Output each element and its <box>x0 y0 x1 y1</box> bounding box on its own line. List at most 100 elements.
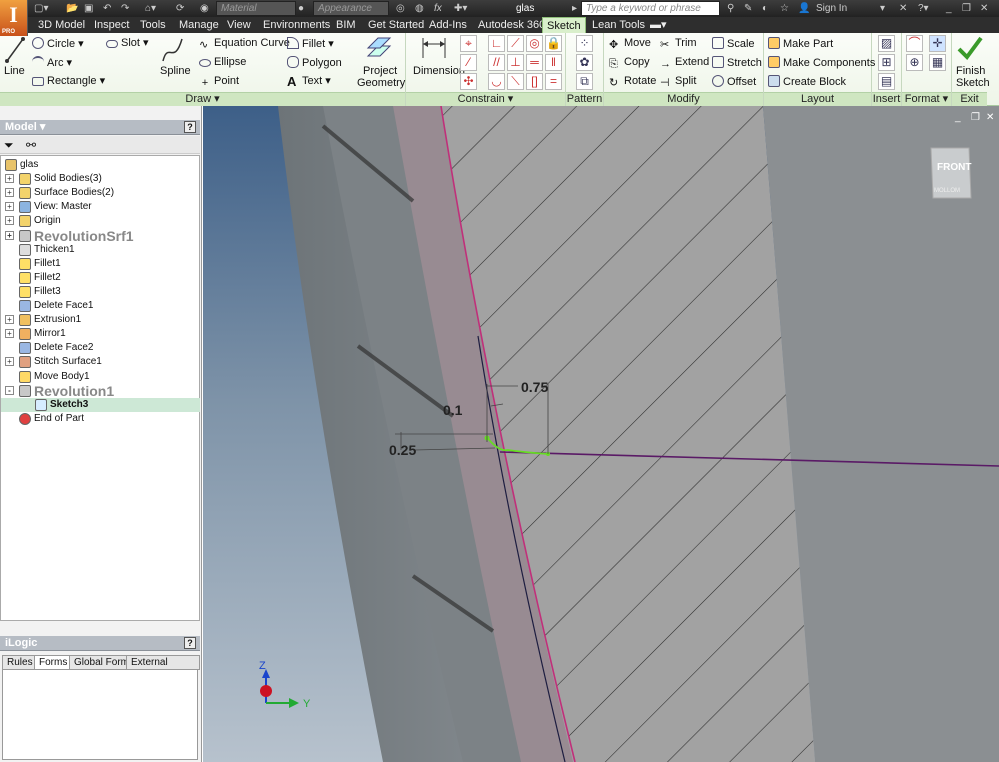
dimension-01[interactable]: 0.1 <box>443 402 463 418</box>
clear-appearance-icon[interactable]: ◎ <box>396 2 405 15</box>
appearance-combo[interactable]: Appearance <box>313 1 389 16</box>
show-constraints-icon[interactable]: ⁄ <box>460 54 477 71</box>
move-button[interactable]: ✥ Move <box>609 37 651 51</box>
tree-node[interactable]: + Mirror1 <box>1 327 200 341</box>
slot-button[interactable]: Slot ▾ <box>106 37 149 50</box>
tree-node[interactable]: + Solid Bodies(3) <box>1 172 200 186</box>
ilogic-tab-external-rules[interactable]: External Rules <box>126 655 200 681</box>
spline-button[interactable]: Spline <box>160 65 191 78</box>
split-button[interactable]: ⊣ Split <box>660 75 696 89</box>
subscription-icon[interactable]: ✎ <box>744 2 752 15</box>
communication-icon[interactable]: ◐ <box>762 2 768 15</box>
tab-inspect[interactable]: Inspect <box>90 17 133 33</box>
tab-autodesk-360[interactable]: Autodesk 360 <box>474 17 549 33</box>
dimension-025[interactable]: 0.25 <box>389 442 416 458</box>
image-icon[interactable]: ▨ <box>878 35 895 52</box>
polygon-button[interactable]: Polygon <box>287 56 342 70</box>
rectangular-pattern-icon[interactable]: ⁘ <box>576 35 593 52</box>
trim-button[interactable]: ✂ Trim <box>660 37 697 51</box>
view-cube[interactable]: FRONT MOLLOM <box>930 147 972 199</box>
tree-node[interactable]: Sketch3 <box>1 397 200 412</box>
tab-environments[interactable]: Environments <box>259 17 334 33</box>
viewport-minimize-icon[interactable]: _ <box>954 112 961 123</box>
finish-sketch-check-icon[interactable] <box>956 35 984 61</box>
tree-node[interactable]: Delete Face2 <box>1 341 200 355</box>
tree-expander-icon[interactable]: - <box>5 385 14 395</box>
centerline-icon[interactable]: ✛ <box>929 35 946 52</box>
select-icon[interactable]: ◉ <box>200 2 209 15</box>
perpendicular-icon[interactable]: ⊥ <box>507 54 524 71</box>
construction-icon[interactable]: ✣ <box>460 73 477 90</box>
tab-overflow-icon[interactable]: ▬▾ <box>646 17 671 33</box>
tree-expander-icon[interactable]: + <box>5 202 14 212</box>
return-icon[interactable]: ⌂▾ <box>145 2 156 15</box>
tab-add-ins[interactable]: Add-Ins <box>425 17 471 33</box>
tab-view[interactable]: View <box>223 17 255 33</box>
search-input[interactable]: Type a keyword or phrase <box>581 1 720 16</box>
filter-icon[interactable]: ⏷ <box>4 138 14 153</box>
line-icon[interactable] <box>4 36 26 66</box>
tree-node[interactable]: Fillet3 <box>1 285 200 299</box>
model-browser-help-icon[interactable]: ? <box>184 121 196 133</box>
tab-sketch[interactable]: Sketch <box>542 17 586 33</box>
redo-icon[interactable]: ↷ <box>121 2 129 15</box>
tree-node[interactable]: + Stitch Surface1 <box>1 355 200 369</box>
symmetric-icon[interactable]: [] <box>526 73 543 90</box>
material-combo[interactable]: Material <box>216 1 296 16</box>
tree-node[interactable]: + Surface Bodies(2) <box>1 186 200 200</box>
rectangle-button[interactable]: Rectangle ▾ <box>32 75 105 88</box>
undo-icon[interactable]: ↶ <box>103 2 111 15</box>
tree-node[interactable]: End of Part <box>1 412 200 426</box>
auto-dimension-icon[interactable]: ⌖ <box>460 35 477 52</box>
concentric-icon[interactable]: ◎ <box>526 35 543 52</box>
viewport-restore-icon[interactable]: ❐ <box>971 112 980 123</box>
copy-button[interactable]: ⎘ Copy <box>609 56 650 70</box>
driven-dimension-icon[interactable]: ▦ <box>929 54 946 71</box>
scale-button[interactable]: Scale <box>712 37 755 51</box>
offset-button[interactable]: Offset <box>712 75 756 89</box>
find-icon[interactable]: ⚯ <box>26 138 36 152</box>
exchange-icon[interactable]: ✕ <box>899 2 907 15</box>
tree-expander-icon[interactable]: + <box>5 315 14 325</box>
ilogic-tab-rules[interactable]: Rules <box>2 655 38 670</box>
tab-lean-tools[interactable]: Lean Tools <box>588 17 649 33</box>
circular-pattern-icon[interactable]: ✿ <box>576 54 593 71</box>
fix-icon[interactable]: 🔒 <box>545 35 562 52</box>
tree-node[interactable]: Move Body1 <box>1 370 200 384</box>
window-close-icon[interactable]: ✕ <box>980 2 988 15</box>
tangent-icon[interactable]: ◡ <box>488 73 505 90</box>
equal-icon[interactable]: = <box>545 73 562 90</box>
dimension-075[interactable]: 0.75 <box>521 379 548 395</box>
app-logo[interactable]: I PRO <box>0 0 28 36</box>
create-block-button[interactable]: Create Block <box>768 75 846 89</box>
circle-button[interactable]: Circle ▾ <box>32 37 84 51</box>
make-part-button[interactable]: Make Part <box>768 37 833 51</box>
make-components-button[interactable]: Make Components <box>768 56 875 70</box>
format-panel-label[interactable]: Format ▾ <box>902 92 951 106</box>
tab-get-started[interactable]: Get Started <box>364 17 428 33</box>
tree-expander-icon[interactable]: + <box>5 329 14 339</box>
viewport-close-icon[interactable]: ✕ <box>986 112 994 123</box>
center-point-icon[interactable]: ⊕ <box>906 54 923 71</box>
update-icon[interactable]: ⟳ <box>176 2 184 15</box>
plus-icon[interactable]: ✚▾ <box>454 2 467 15</box>
point-button[interactable]: + Point <box>199 75 239 90</box>
project-geometry-icon[interactable] <box>364 36 394 60</box>
tree-expander-icon[interactable]: + <box>5 174 14 184</box>
tab-bim[interactable]: BIM <box>332 17 360 33</box>
tree-node[interactable]: + View: Master <box>1 200 200 214</box>
view-cube-front-label[interactable]: FRONT <box>937 162 971 173</box>
smooth-icon[interactable]: ⟍ <box>507 73 524 90</box>
equation-curve-button[interactable]: ∿ Equation Curve <box>199 37 290 51</box>
sign-in-dropdown-icon[interactable]: ▾ <box>880 2 885 15</box>
save-icon[interactable]: ▣ <box>84 2 93 15</box>
tree-expander-icon[interactable]: + <box>5 216 14 226</box>
tree-node[interactable]: - Revolution1 <box>1 384 200 398</box>
model-canvas[interactable]: 0.75 0.1 0.25 FRONT MOLLOM Z Y _ ❐ ✕ <box>203 106 999 762</box>
open-icon[interactable]: 📂 <box>66 2 78 15</box>
tree-expander-icon[interactable]: + <box>5 230 14 240</box>
window-restore-icon[interactable]: ❐ <box>962 2 971 15</box>
fillet-button[interactable]: Fillet ▾ <box>287 37 334 51</box>
horizontal-icon[interactable]: ═ <box>526 54 543 71</box>
parallel-icon[interactable]: // <box>488 54 505 71</box>
